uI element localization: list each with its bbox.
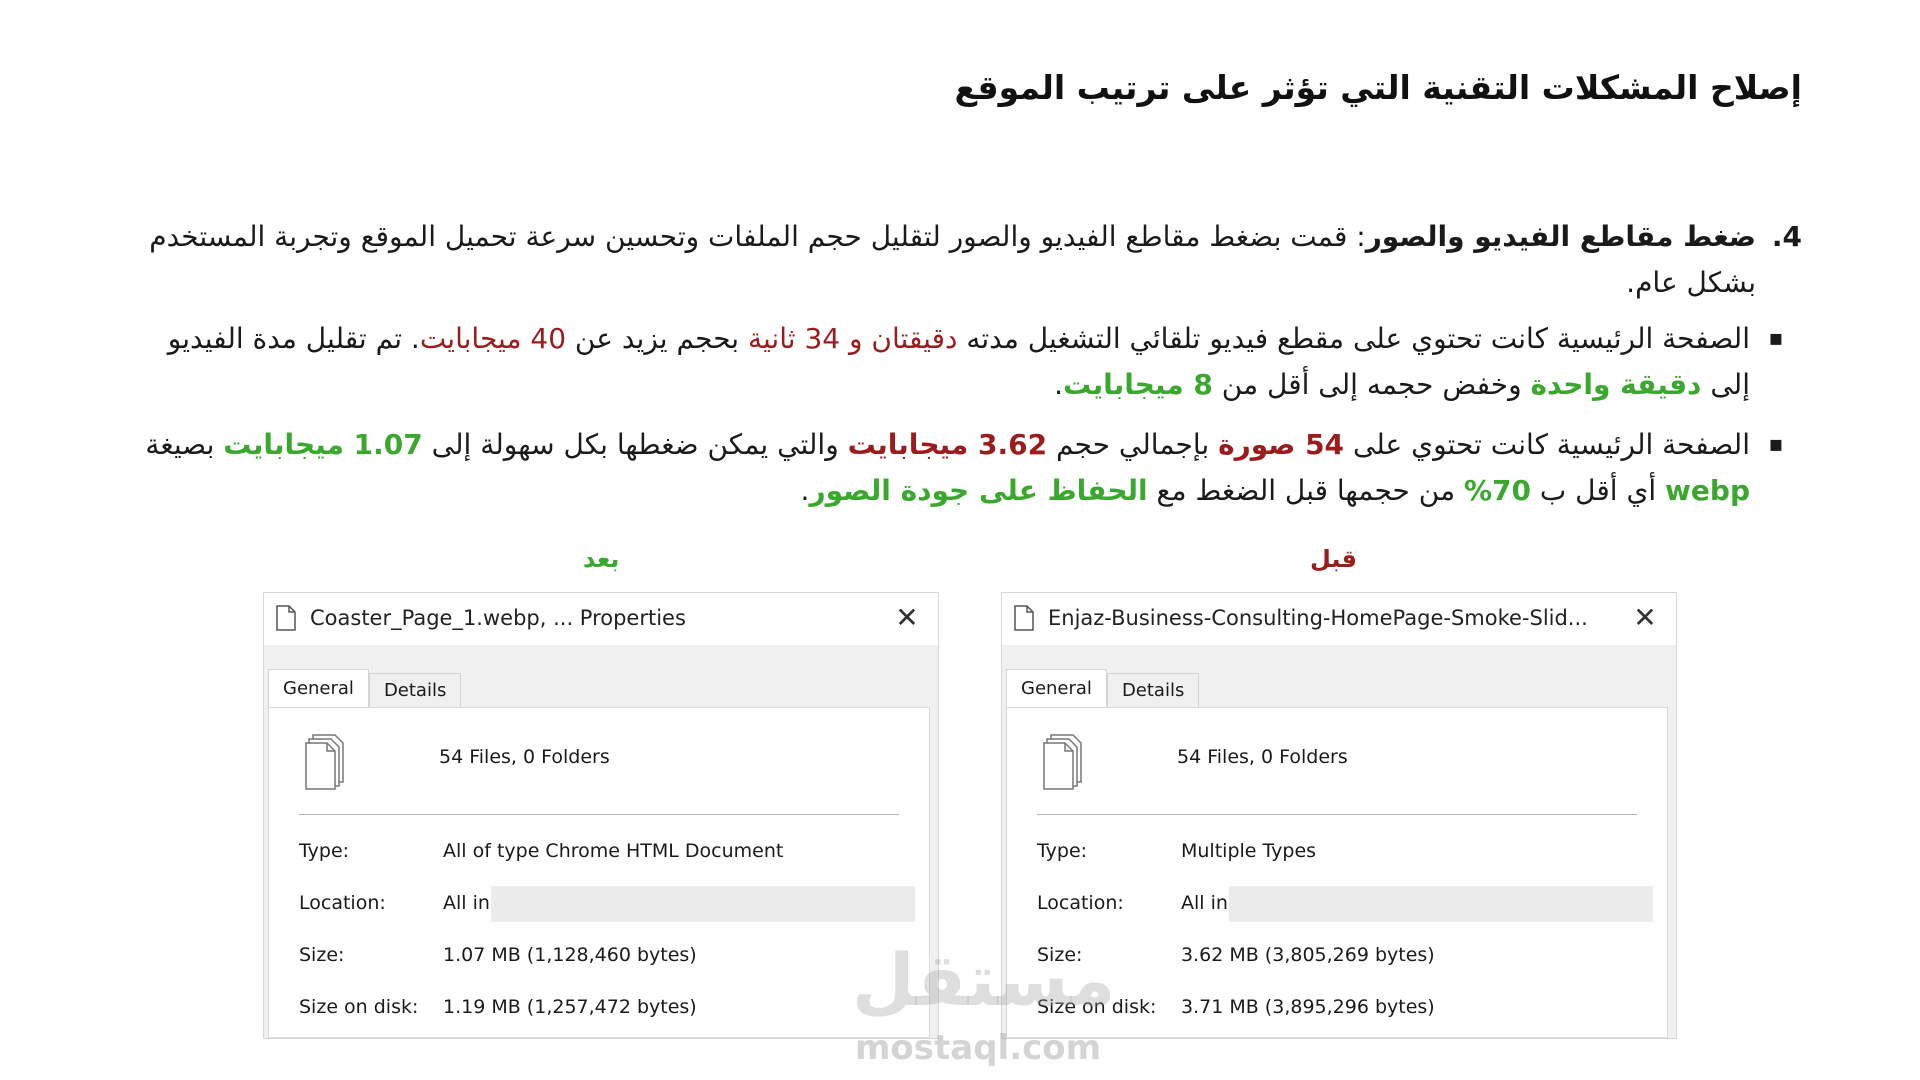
caption-before: قبل (1310, 545, 1357, 573)
numbered-point: 4. ضغط مقاطع الفيديو والصور: قمت بضغط مق… (120, 214, 1802, 306)
type-label: Type: (299, 840, 350, 862)
dialog-titlebar: Enjaz-Business-Consulting-HomePage-Smoke… (1002, 593, 1676, 645)
size-label: Size: (299, 944, 345, 966)
dialog-title: Coaster_Page_1.webp, ... Properties (310, 606, 686, 630)
location-label: Location: (1037, 892, 1124, 914)
properties-dialog-after: Coaster_Page_1.webp, ... Properties ✕ Ge… (263, 592, 939, 1039)
image-format: webp (1665, 474, 1750, 507)
bullet-item-images: ▪ الصفحة الرئيسية كانت تحتوي على 54 صورة… (120, 422, 1802, 514)
blurred-path (1229, 886, 1653, 922)
point-number: 4. (1771, 220, 1802, 253)
size-value: 3.62 MB (3,805,269 bytes) (1181, 944, 1435, 966)
duration-after: دقيقة واحدة (1530, 368, 1702, 401)
text-segment: بإجمالي حجم (1047, 428, 1219, 461)
type-value: Multiple Types (1181, 840, 1317, 862)
location-value: All in (1181, 892, 1228, 914)
size-value: 1.07 MB (1,128,460 bytes) (443, 944, 697, 966)
size-on-disk-value: 3.71 MB (3,895,296 bytes) (1181, 996, 1435, 1018)
tab-bar: General Details (268, 669, 462, 708)
multiple-files-icon (305, 734, 344, 790)
text-segment: الصفحة الرئيسية كانت تحتوي على مقطع فيدي… (957, 322, 1750, 355)
quality-note: الحفاظ على جودة الصور (809, 474, 1148, 507)
bullet-list: ▪ الصفحة الرئيسية كانت تحتوي على مقطع في… (120, 316, 1802, 514)
text-segment: والتي يمكن ضغطها بكل سهولة إلى (422, 428, 848, 461)
close-button[interactable]: ✕ (890, 601, 924, 635)
duration-before: دقيقتان و 34 ثانية (747, 322, 958, 355)
watermark-logo: مستقل (852, 938, 1116, 1022)
page-title: إصلاح المشكلات التقنية التي تؤثر على ترت… (954, 68, 1803, 107)
tab-details[interactable]: Details (1106, 673, 1200, 708)
size-on-disk-label: Size on disk: (299, 996, 419, 1018)
text-segment: . (1054, 368, 1064, 401)
reduction-percent: 70% (1463, 474, 1532, 507)
dialog-titlebar: Coaster_Page_1.webp, ... Properties ✕ (264, 593, 938, 645)
tab-details[interactable]: Details (368, 673, 462, 708)
text-segment: بصيغة (145, 428, 224, 461)
bullet-text: الصفحة الرئيسية كانت تحتوي على 54 صورة ب… (120, 422, 1750, 514)
bullet-item-video: ▪ الصفحة الرئيسية كانت تحتوي على مقطع في… (120, 316, 1802, 408)
text-segment: أي أقل ب (1531, 474, 1666, 507)
size-after: 8 ميجابايت (1063, 368, 1213, 401)
size-before: 40 ميجابايت (419, 322, 567, 355)
multiple-files-icon (1043, 734, 1082, 790)
point-text: ضغط مقاطع الفيديو والصور: قمت بضغط مقاطع… (120, 214, 1756, 306)
text-segment: وخفض حجمه إلى أقل من (1212, 368, 1531, 401)
dialog-title: Enjaz-Business-Consulting-HomePage-Smoke… (1048, 606, 1588, 630)
blurred-path (491, 886, 915, 922)
type-value: All of type Chrome HTML Document (443, 840, 784, 862)
text-segment: الصفحة الرئيسية كانت تحتوي على (1344, 428, 1750, 461)
files-summary: 54 Files, 0 Folders (1177, 746, 1348, 768)
total-size: 3.62 ميجابايت (847, 428, 1048, 461)
tab-bar: General Details (1006, 669, 1200, 708)
watermark-domain: mostaql.com (855, 1028, 1102, 1068)
bullet-square-icon: ▪ (1768, 432, 1784, 457)
text-segment: بحجم يزيد عن (566, 322, 748, 355)
tab-general[interactable]: General (1006, 669, 1107, 708)
files-summary: 54 Files, 0 Folders (439, 746, 610, 768)
divider (299, 814, 899, 815)
close-button[interactable]: ✕ (1628, 601, 1662, 635)
caption-after: بعد (583, 545, 620, 573)
tab-general[interactable]: General (268, 669, 369, 708)
location-value: All in (443, 892, 490, 914)
general-panel: 54 Files, 0 Folders Type: All of type Ch… (268, 707, 930, 1038)
type-label: Type: (1037, 840, 1088, 862)
divider (1037, 814, 1637, 815)
images-count: 54 صورة (1218, 428, 1345, 461)
bullet-text: الصفحة الرئيسية كانت تحتوي على مقطع فيدي… (120, 316, 1750, 408)
text-segment: من حجمها قبل الضغط مع (1147, 474, 1464, 507)
size-on-disk-value: 1.19 MB (1,257,472 bytes) (443, 996, 697, 1018)
compressed-size: 1.07 ميجابايت (223, 428, 423, 461)
file-icon (276, 605, 296, 631)
location-label: Location: (299, 892, 386, 914)
point-heading: ضغط مقاطع الفيديو والصور (1365, 220, 1756, 253)
bullet-square-icon: ▪ (1768, 326, 1784, 351)
file-icon (1014, 605, 1034, 631)
content-section: 4. ضغط مقاطع الفيديو والصور: قمت بضغط مق… (120, 214, 1802, 528)
